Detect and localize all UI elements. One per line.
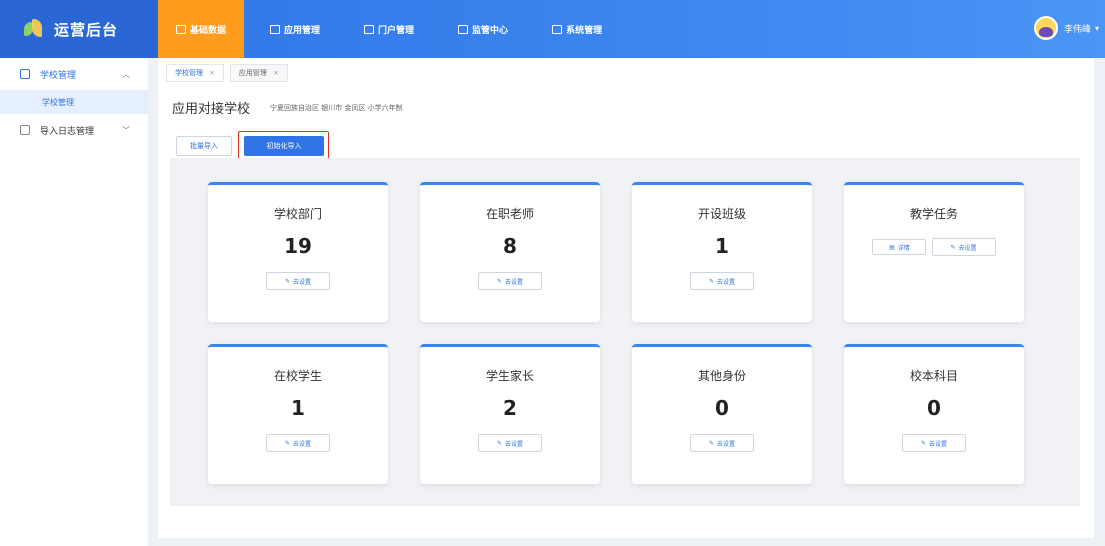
edit-icon: ✎ (920, 439, 926, 447)
card-active-teachers: 在职老师 8 ✎ 去设置 (420, 182, 600, 322)
card-value: 8 (503, 234, 517, 258)
card-school-departments: 学校部门 19 ✎ 去设置 (208, 182, 388, 322)
card-value: 19 (284, 234, 312, 258)
setup-button[interactable]: ✎ 去设置 (478, 434, 542, 452)
close-icon[interactable]: × (273, 69, 279, 77)
setup-button[interactable]: ✎ 去设置 (690, 272, 754, 290)
sidebar-item-school-management[interactable]: 学校管理 (0, 90, 148, 114)
edit-icon: ✎ (496, 439, 502, 447)
nav-app-management[interactable]: 应用管理 (252, 0, 338, 58)
school-icon (20, 69, 30, 79)
card-value: 1 (291, 396, 305, 420)
batch-import-button[interactable]: 批量导入 (176, 136, 232, 156)
brand[interactable]: 运营后台 (0, 0, 158, 58)
close-icon[interactable]: × (209, 69, 215, 77)
edit-icon: ✎ (708, 277, 714, 285)
apps-icon (270, 24, 281, 34)
nav-basic-data[interactable]: 基础数据 (158, 0, 245, 58)
sidebar-group-school-management[interactable]: 学校管理 ︿ (0, 62, 148, 86)
grid-icon (176, 24, 186, 34)
nav-portal-management[interactable]: 门户管理 (346, 0, 432, 58)
tab-school-management[interactable]: 学校管理 × (166, 64, 224, 82)
page-tabs: 学校管理 × 应用管理 × (166, 64, 294, 82)
top-bar: 运营后台 基础数据 应用管理 门户管理 监管中心 系统管理 李伟峰 ▾ (0, 0, 1105, 58)
leaf-logo-icon (24, 19, 44, 39)
user-menu[interactable]: 李伟峰 ▾ (1033, 16, 1099, 40)
card-other-identities: 其他身份 0 ✎ 去设置 (632, 344, 812, 484)
sidebar: 学校管理 ︿ 学校管理 导入日志管理 ﹀ (0, 58, 148, 546)
setup-button[interactable]: ✎ 去设置 (266, 272, 330, 290)
card-value: 2 (503, 396, 517, 420)
card-school-subjects: 校本科目 0 ✎ 去设置 (844, 344, 1024, 484)
sidebar-group-import-log[interactable]: 导入日志管理 ﹀ (0, 118, 148, 142)
card-value: 0 (715, 396, 729, 420)
stats-panel: 学校部门 19 ✎ 去设置 在职老师 8 ✎ 去设置 开设班级 1 ✎ 去设置 教学任… (170, 158, 1080, 506)
detail-button[interactable]: ▤ 详情 (872, 239, 927, 255)
settings-icon (552, 24, 563, 34)
edit-icon: ✎ (284, 277, 290, 285)
card-value: 0 (927, 396, 941, 420)
brand-name: 运营后台 (54, 20, 119, 39)
card-value: 1 (715, 234, 729, 258)
avatar (1033, 16, 1058, 40)
user-name: 李伟峰 (1063, 24, 1091, 35)
setup-button[interactable]: ✎ 去设置 (266, 434, 330, 452)
chevron-down-icon: ▾ (1094, 23, 1099, 33)
page-subtitle: 宁夏回族自治区 银川市 金凤区 小学六年制 (270, 104, 403, 112)
edit-icon: ✎ (284, 439, 290, 447)
edit-icon: ✎ (950, 243, 956, 251)
card-parents: 学生家长 2 ✎ 去设置 (420, 344, 600, 484)
chevron-up-icon: ︿ (122, 69, 130, 79)
log-icon (20, 125, 30, 135)
top-nav: 基础数据 应用管理 门户管理 监管中心 系统管理 (158, 0, 628, 58)
edit-icon: ✎ (496, 277, 502, 285)
page-title: 应用对接学校 (172, 102, 251, 117)
nav-supervision-center[interactable]: 监管中心 (440, 0, 526, 58)
main-content: 学校管理 × 应用管理 × 应用对接学校 宁夏回族自治区 银川市 金凤区 小学六年制… (158, 58, 1094, 538)
card-classes: 开设班级 1 ✎ 去设置 (632, 182, 812, 322)
setup-button[interactable]: ✎ 去设置 (690, 434, 754, 452)
card-teaching-tasks: 教学任务 ▤ 详情 ✎ 去设置 (844, 182, 1024, 322)
portal-icon (364, 24, 375, 34)
setup-button[interactable]: ✎ 去设置 (902, 434, 966, 452)
chevron-down-icon: ﹀ (122, 125, 130, 135)
setup-button[interactable]: ✎ 去设置 (478, 272, 542, 290)
setup-button[interactable]: ✎ 去设置 (931, 238, 996, 256)
nav-system-management[interactable]: 系统管理 (534, 0, 620, 58)
tab-app-management[interactable]: 应用管理 × (229, 64, 288, 82)
init-import-button[interactable]: 初始化导入 (244, 136, 324, 156)
document-icon: ▤ (889, 243, 895, 251)
edit-icon: ✎ (708, 439, 714, 447)
card-students: 在校学生 1 ✎ 去设置 (208, 344, 388, 484)
home-icon (458, 24, 469, 34)
